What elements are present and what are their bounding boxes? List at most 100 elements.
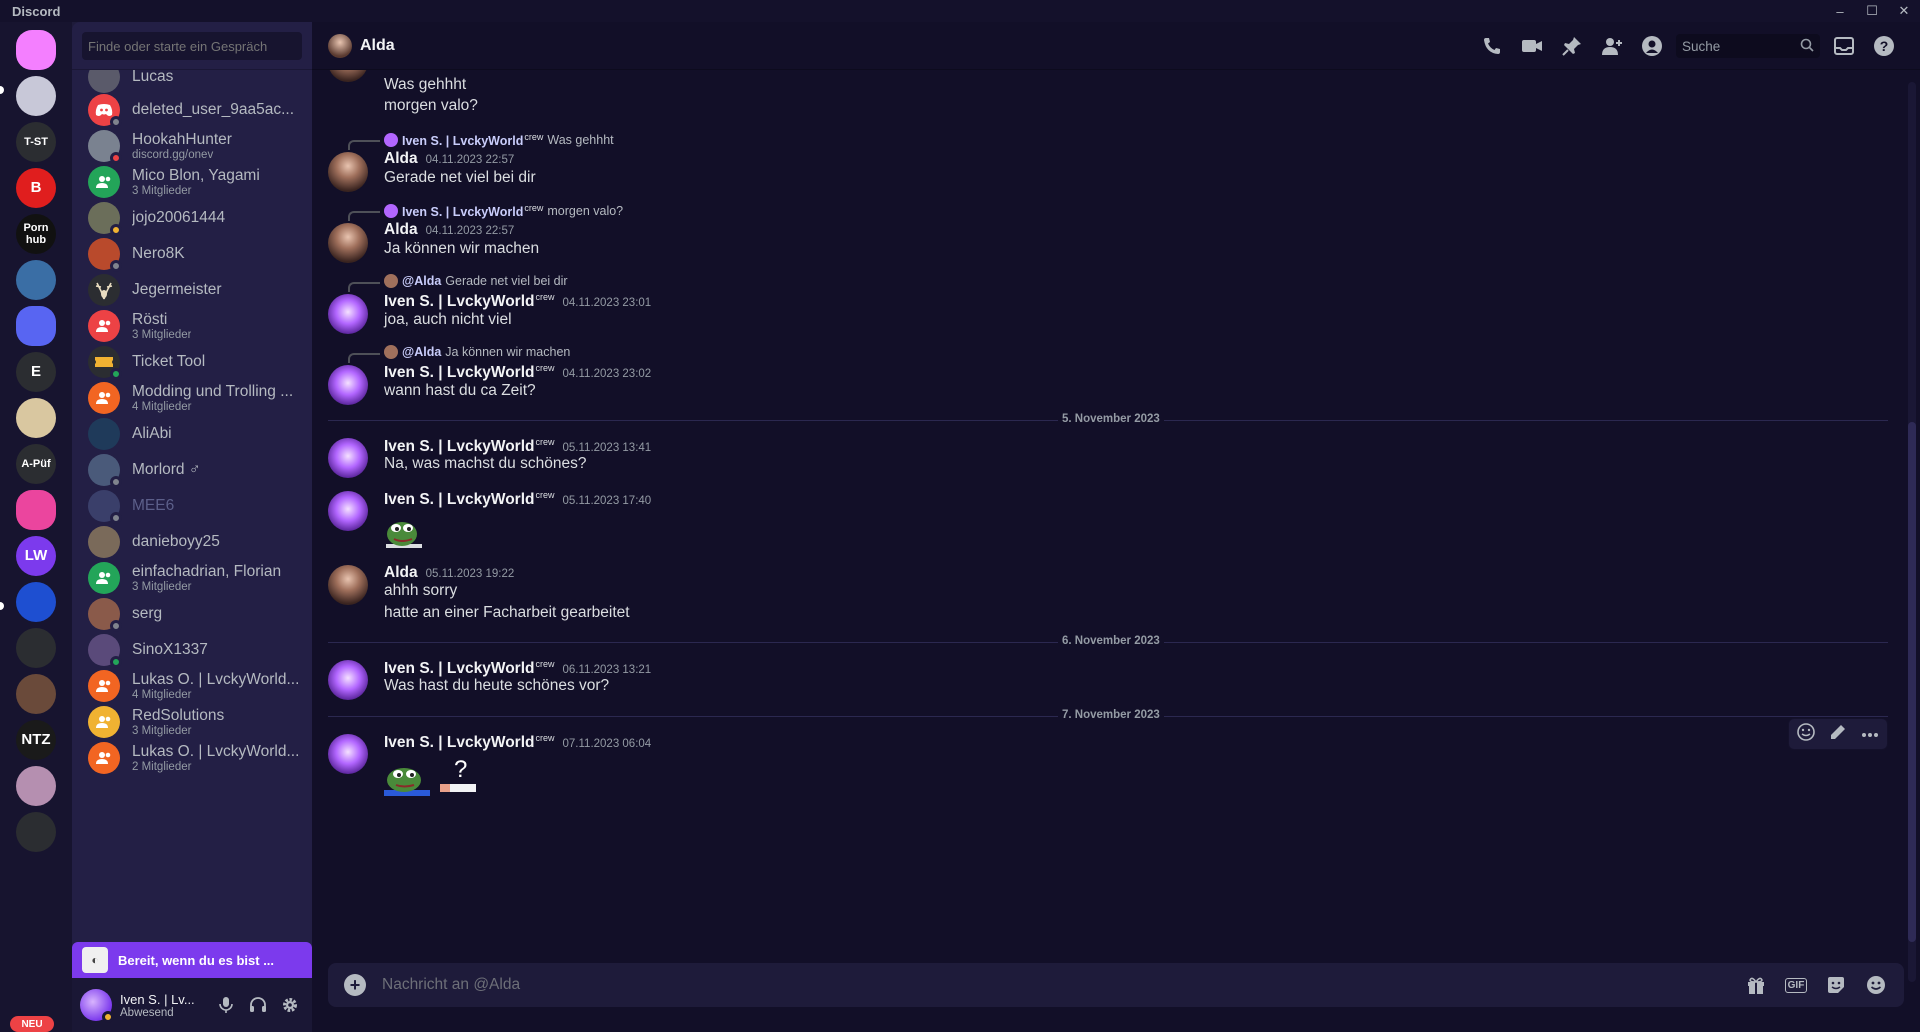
- dm-item[interactable]: HookahHunter discord.gg/onev: [80, 128, 304, 164]
- profile-icon[interactable]: [1632, 22, 1672, 70]
- header-search-input[interactable]: Suche: [1676, 34, 1820, 58]
- ticket-icon: [88, 346, 122, 380]
- server-person[interactable]: [16, 674, 56, 714]
- microphone-icon[interactable]: [212, 991, 240, 1019]
- server-new[interactable]: [16, 812, 56, 852]
- server-b[interactable]: B: [16, 168, 56, 208]
- server-cloud[interactable]: [16, 582, 56, 622]
- edit-pencil-icon[interactable]: [1830, 724, 1846, 745]
- dm-item[interactable]: Rösti 3 Mitglieder: [80, 308, 304, 344]
- close-window-button[interactable]: ✕: [1888, 0, 1920, 22]
- dm-item[interactable]: deleted_user_9aa5ac...: [80, 92, 304, 128]
- inbox-icon[interactable]: [1824, 22, 1864, 70]
- server-avatar[interactable]: [16, 260, 56, 300]
- reply-preview[interactable]: Iven S. | LvckyWorldcrew morgen valo?: [384, 203, 623, 219]
- dm-item[interactable]: einfachadrian, Florian 3 Mitglieder: [80, 560, 304, 596]
- cigarette-question-emoji[interactable]: ?: [440, 756, 480, 798]
- pin-icon[interactable]: [1552, 22, 1592, 70]
- dm-item[interactable]: Modding und Trolling ... 4 Mitglieder: [80, 380, 304, 416]
- message-author[interactable]: Alda: [384, 221, 418, 239]
- reply-preview[interactable]: @Alda Gerade net viel bei dir: [384, 274, 568, 288]
- user-avatar[interactable]: [80, 989, 114, 1023]
- dm-item[interactable]: SinoX1337: [80, 632, 304, 668]
- server-lw[interactable]: LW: [16, 536, 56, 576]
- server-logs[interactable]: [16, 628, 56, 668]
- message-scrollbar[interactable]: [1908, 82, 1916, 982]
- avatar[interactable]: [328, 294, 368, 334]
- emoji-icon[interactable]: [1856, 965, 1896, 1005]
- header-name[interactable]: Alda: [360, 37, 395, 55]
- server-pink-folder[interactable]: [16, 490, 56, 530]
- dm-item[interactable]: Lukas O. | LvckyWorld... 2 Mitglieder: [80, 740, 304, 776]
- add-reaction-icon[interactable]: [1796, 722, 1815, 746]
- message-author[interactable]: Alda: [384, 150, 418, 168]
- dm-item[interactable]: jojo20061444: [80, 200, 304, 236]
- minimize-button[interactable]: –: [1824, 0, 1856, 22]
- avatar[interactable]: [328, 734, 368, 774]
- dm-item[interactable]: Lukas O. | LvckyWorld... 4 Mitglieder: [80, 668, 304, 704]
- pepe-emoji[interactable]: [384, 514, 424, 550]
- message-author[interactable]: Iven S. | LvckyWorldcrew: [384, 437, 555, 456]
- upload-plus-icon[interactable]: +: [344, 974, 366, 996]
- dm-item[interactable]: AliAbi: [80, 416, 304, 452]
- video-icon[interactable]: [1512, 22, 1552, 70]
- avatar[interactable]: [328, 438, 368, 478]
- message-author[interactable]: Iven S. | LvckyWorldcrew: [384, 490, 555, 509]
- status-indicator: [110, 656, 122, 668]
- message-author[interactable]: Iven S. | LvckyWorldcrew: [384, 733, 555, 752]
- server-t-st[interactable]: T-ST: [16, 122, 56, 162]
- message-input[interactable]: [382, 965, 1682, 1005]
- dm-item[interactable]: danieboyy25: [80, 524, 304, 560]
- ready-banner[interactable]: ◐ Bereit, wenn du es bist ...: [72, 942, 312, 978]
- reply-preview[interactable]: @Alda Ja können wir machen: [384, 345, 570, 359]
- discord-home[interactable]: [16, 30, 56, 70]
- avatar[interactable]: [328, 660, 368, 700]
- gear-icon[interactable]: [276, 991, 304, 1019]
- server-face[interactable]: [16, 398, 56, 438]
- avatar[interactable]: [328, 70, 368, 82]
- dm-item[interactable]: serg: [80, 596, 304, 632]
- gift-icon[interactable]: [1736, 965, 1776, 1005]
- user-info[interactable]: Iven S. | Lv... Abwesend: [120, 992, 195, 1019]
- avatar[interactable]: [328, 565, 368, 605]
- server-castle[interactable]: [16, 76, 56, 116]
- dm-item[interactable]: MEE6: [80, 488, 304, 524]
- gif-button[interactable]: GIF: [1776, 965, 1816, 1005]
- add-friend-icon[interactable]: [1592, 22, 1632, 70]
- server-a-puf[interactable]: A-Püf: [16, 444, 56, 484]
- dm-item[interactable]: Mico Blon, Yagami 3 Mitglieder: [80, 164, 304, 200]
- avatar[interactable]: [328, 491, 368, 531]
- header-avatar[interactable]: [328, 33, 352, 58]
- reply-preview[interactable]: Iven S. | LvckyWorldcrew Was gehhht: [384, 132, 614, 148]
- message-author[interactable]: Iven S. | LvckyWorldcrew: [384, 292, 555, 311]
- avatar[interactable]: [328, 365, 368, 405]
- dm-name: Lukas O. | LvckyWorld...: [132, 671, 300, 688]
- headphones-icon[interactable]: [244, 991, 272, 1019]
- dm-item[interactable]: Morlord ♂: [80, 452, 304, 488]
- sticker-icon[interactable]: [1816, 965, 1856, 1005]
- dm-search-input[interactable]: [82, 32, 302, 60]
- dm-item[interactable]: RedSolutions 3 Mitglieder: [80, 704, 304, 740]
- maximize-button[interactable]: ☐: [1856, 0, 1888, 22]
- avatar[interactable]: [328, 152, 368, 192]
- server-girl[interactable]: [16, 766, 56, 806]
- help-icon[interactable]: ?: [1864, 22, 1904, 70]
- server-ntz[interactable]: NTZ: [16, 720, 56, 760]
- server-folder[interactable]: [16, 306, 56, 346]
- message-author[interactable]: Iven S. | LvckyWorldcrew: [384, 659, 555, 678]
- more-options-icon[interactable]: [1861, 725, 1879, 743]
- dm-avatar: [88, 526, 120, 558]
- server-ph[interactable]: Porn hub: [16, 214, 56, 254]
- message-author[interactable]: Iven S. | LvckyWorldcrew: [384, 363, 555, 382]
- server-e[interactable]: E: [16, 352, 56, 392]
- dm-item[interactable]: Ticket Tool: [80, 344, 304, 380]
- pepe-smoking-emoji[interactable]: [384, 760, 432, 796]
- dm-item[interactable]: Jegermeister: [80, 272, 304, 308]
- server-label: NTZ: [21, 731, 51, 748]
- dm-text: Rösti 3 Mitglieder: [132, 311, 191, 341]
- avatar[interactable]: [328, 223, 368, 263]
- phone-icon[interactable]: [1472, 22, 1512, 70]
- message-author[interactable]: Alda: [384, 564, 418, 582]
- scrollbar-thumb[interactable]: [1908, 422, 1916, 942]
- dm-item[interactable]: Nero8K: [80, 236, 304, 272]
